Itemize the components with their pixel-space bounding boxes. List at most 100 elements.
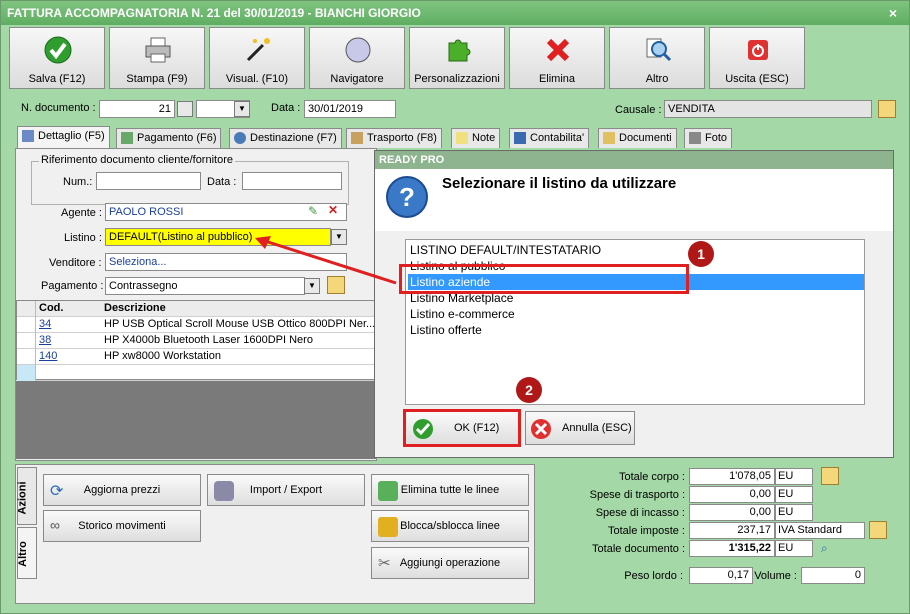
rif-date-label: Data : <box>207 176 237 188</box>
tab-foto[interactable]: Foto <box>684 128 733 148</box>
folder-icon[interactable] <box>869 521 887 539</box>
detail-icon <box>22 130 34 142</box>
folder-icon[interactable] <box>878 100 896 118</box>
row-desc: HP USB Optical Scroll Mouse USB Ottico 8… <box>104 318 374 330</box>
table-row[interactable]: 38 HP X4000b Bluetooth Laser 1600DPI Ner… <box>17 333 375 349</box>
cancel-icon <box>531 419 551 439</box>
col-descrizione[interactable]: Descrizione <box>104 301 374 316</box>
row-desc: HP X4000b Bluetooth Laser 1600DPI Nero <box>104 334 313 346</box>
highlight-box-selected <box>399 264 689 294</box>
tab-contabilita[interactable]: Contabilita' <box>509 128 590 148</box>
listino-dialog: READY PRO ? Selezionare il listino da ut… <box>374 150 894 458</box>
rif-group-label: Riferimento documento cliente/fornitore <box>39 154 235 166</box>
callout-2: 2 <box>516 377 542 403</box>
volume-field[interactable]: 0 <box>801 567 865 584</box>
totale-corpo-unit: EU <box>775 468 813 485</box>
more-button[interactable]: Altro <box>609 27 705 89</box>
tab-note[interactable]: Note <box>451 128 501 148</box>
row-cod[interactable]: 34 <box>39 317 101 332</box>
clear-icon[interactable]: ✕ <box>328 203 338 217</box>
movement-history-button[interactable]: ∞ Storico movimenti <box>43 510 201 542</box>
highlight-box-ok <box>403 409 521 447</box>
check-icon <box>44 36 72 64</box>
col-cod[interactable]: Cod. <box>39 301 101 316</box>
causale-field[interactable]: VENDITA <box>664 100 872 118</box>
add-operation-button[interactable]: ✂ Aggiungi operazione <box>371 547 529 579</box>
list-item[interactable]: LISTINO DEFAULT/INTESTATARIO <box>408 242 864 258</box>
magnifier-icon <box>646 38 672 62</box>
customize-button[interactable]: Personalizzazioni <box>409 27 505 89</box>
arrow-annotation <box>255 236 397 285</box>
window-title: FATTURA ACCOMPAGNATORIA N. 21 del 30/01/… <box>7 6 421 20</box>
documents-icon <box>603 132 615 144</box>
dialog-heading: Selezionare il listino da utilizzare <box>442 175 677 192</box>
totale-documento-value: 1'315,22 <box>689 540 775 557</box>
spese-incasso-unit: EU <box>775 504 813 521</box>
exit-button[interactable]: Uscita (ESC) <box>709 27 805 89</box>
money-icon <box>121 132 133 144</box>
save-button[interactable]: Salva (F12) <box>9 27 105 89</box>
cancel-button[interactable]: Annulla (ESC) <box>525 411 635 445</box>
tab-documenti[interactable]: Documenti <box>598 128 677 148</box>
tab-dettaglio[interactable]: Dettaglio (F5) <box>17 126 110 149</box>
rif-num-field[interactable] <box>96 172 201 190</box>
spese-trasporto-label: Spese di trasporto : <box>589 489 685 501</box>
delete-all-lines-button[interactable]: Elimina tutte le linee <box>371 474 529 506</box>
print-label: Stampa (F9) <box>126 73 188 85</box>
puzzle-icon <box>448 39 471 62</box>
row-cod[interactable]: 38 <box>39 333 101 348</box>
doc-number-field[interactable]: 21 <box>99 100 175 118</box>
navigator-button[interactable]: Navigatore <box>309 27 405 89</box>
doc-date-field[interactable]: 30/01/2019 <box>304 100 396 118</box>
vtab-azioni[interactable]: Azioni <box>17 467 37 525</box>
zoom-icon[interactable]: ⌕ <box>821 541 835 555</box>
row-cod[interactable]: 140 <box>39 349 101 364</box>
globe-icon <box>234 132 246 144</box>
table-row[interactable]: 34 HP USB Optical Scroll Mouse USB Ottic… <box>17 317 375 333</box>
camera-icon <box>689 132 701 144</box>
delete-button[interactable]: Elimina <box>509 27 605 89</box>
more-label: Altro <box>645 73 669 85</box>
folder-icon[interactable] <box>821 467 839 485</box>
import-export-button[interactable]: Import / Export <box>207 474 365 506</box>
totale-documento-unit: EU <box>775 540 813 557</box>
print-button[interactable]: Stampa (F9) <box>109 27 205 89</box>
question-icon: ? <box>386 176 428 218</box>
printer-icon <box>145 37 171 63</box>
magic-wand-icon <box>246 38 270 62</box>
rif-date-field[interactable] <box>242 172 342 190</box>
doc-number-stepper[interactable] <box>177 101 193 117</box>
list-item[interactable]: Listino offerte <box>408 322 864 338</box>
compass-icon <box>345 37 371 63</box>
spese-trasporto-unit: EU <box>775 486 813 503</box>
tab-destinazione[interactable]: Destinazione (F7) <box>229 128 342 148</box>
preview-label: Visual. (F10) <box>225 73 289 85</box>
rif-num-label: Num.: <box>63 176 93 188</box>
agente-label: Agente : <box>61 207 102 219</box>
spese-incasso-field[interactable]: 0,00 <box>689 504 775 521</box>
peso-lordo-label: Peso lordo : <box>624 570 683 582</box>
totale-corpo-label: Totale corpo : <box>618 471 685 483</box>
main-window: FATTURA ACCOMPAGNATORIA N. 21 del 30/01/… <box>0 0 910 614</box>
spese-trasporto-field[interactable]: 0,00 <box>689 486 775 503</box>
grid-header: Cod. Descrizione <box>17 301 375 317</box>
preview-button[interactable]: Visual. (F10) <box>209 27 305 89</box>
update-prices-button[interactable]: ⟳ Aggiorna prezzi <box>43 474 201 506</box>
doc-number-label: N. documento : <box>21 102 96 114</box>
chevron-down-icon[interactable]: ▼ <box>234 101 250 117</box>
save-label: Salva (F12) <box>28 73 86 85</box>
spese-incasso-label: Spese di incasso : <box>595 507 685 519</box>
lock-unlock-lines-button[interactable]: Blocca/sblocca linee <box>371 510 529 542</box>
tab-pagamento[interactable]: Pagamento (F6) <box>116 128 222 148</box>
table-row[interactable]: 140 HP xw8000 Workstation <box>17 349 375 365</box>
vtab-altro[interactable]: Altro <box>17 527 37 579</box>
note-icon <box>456 132 468 144</box>
exit-label: Uscita (ESC) <box>725 73 789 85</box>
peso-lordo-field[interactable]: 0,17 <box>689 567 753 584</box>
close-icon[interactable]: × <box>885 1 901 25</box>
tab-trasporto[interactable]: Trasporto (F8) <box>346 128 442 148</box>
list-item[interactable]: Listino e-commerce <box>408 306 864 322</box>
table-row-new[interactable] <box>17 365 375 381</box>
pencil-icon[interactable]: ✎ <box>308 204 320 218</box>
totale-corpo-value: 1'078,05 <box>689 468 775 485</box>
